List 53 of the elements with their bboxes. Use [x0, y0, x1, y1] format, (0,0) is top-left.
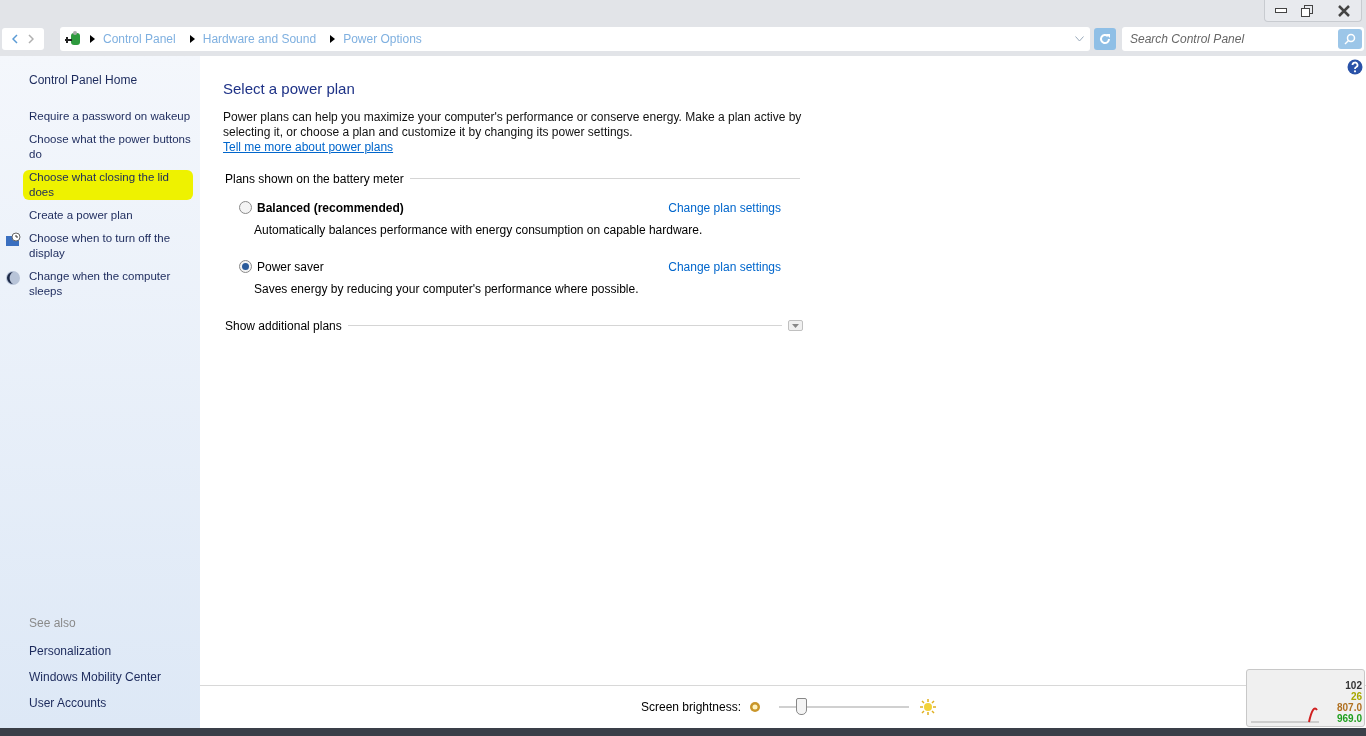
gadget-reading: 26 — [1350, 691, 1362, 702]
sidebar-link[interactable]: Choose what closing the lid does — [23, 170, 193, 200]
breadcrumb-arrow-icon[interactable] — [189, 35, 195, 43]
restore-icon[interactable] — [1301, 4, 1313, 17]
dim-sun-icon — [749, 701, 762, 713]
plan-description: Saves energy by reducing your computer's performance where possible. — [254, 280, 640, 298]
brightness-label: Screen brightness: — [641, 699, 742, 716]
sidebar-link[interactable]: Choose when to turn off the display — [29, 231, 199, 261]
moon-icon — [4, 270, 21, 286]
gadget-reading: 969.0 — [1336, 713, 1362, 724]
breadcrumb-arrow-icon[interactable] — [330, 35, 336, 43]
intro-text: Power plans can help you maximize your computer's performance or conserve energy. Make a plan active by selecting it, or choose a plan and customize it by changing its power settings. Tell me more about power plans — [223, 109, 803, 155]
forward-icon[interactable] — [28, 34, 34, 44]
plan-name: Balanced (recommended) — [257, 199, 404, 217]
sidebar-link[interactable]: Personalization — [29, 642, 200, 660]
sidebar-link[interactable]: Choose what the power buttons do — [29, 132, 199, 162]
slider-thumb[interactable] — [795, 698, 807, 715]
change-plan-link[interactable]: Change plan settings — [668, 198, 781, 217]
search-button[interactable] — [1338, 27, 1364, 51]
gadget-reading: 102 — [1345, 680, 1362, 691]
breadcrumb-arrow-icon[interactable] — [90, 35, 95, 43]
help-link[interactable]: Tell me more about power plans — [223, 139, 394, 154]
refresh-icon — [1099, 33, 1111, 45]
group-title: Plans shown on the battery meter — [225, 170, 404, 188]
caret-icon — [792, 323, 799, 328]
back-icon[interactable] — [12, 34, 18, 44]
sidebar-link[interactable]: Require a password on wakeup — [29, 109, 199, 124]
plan-description: Automatically balances performance with energy consumption on capable hardware. — [254, 221, 704, 239]
monitor-clock-icon — [4, 232, 21, 248]
gadget-reading: 807.0 — [1336, 702, 1362, 713]
show-more-label[interactable]: Show additional plans — [225, 316, 342, 335]
sidebar-link[interactable]: Change when the computer sleeps — [29, 269, 199, 299]
plan-name: Power saver — [257, 258, 324, 276]
sidebar-link[interactable]: Create a power plan — [29, 208, 199, 223]
close-icon[interactable] — [1337, 4, 1351, 17]
search-icon — [1344, 33, 1356, 45]
expand-button[interactable] — [788, 320, 803, 331]
sidebar-link[interactable]: Windows Mobility Center — [29, 668, 200, 686]
bright-sun-icon — [919, 698, 938, 716]
brightness-slider[interactable] — [779, 697, 910, 717]
sidebar-link[interactable]: User Accounts — [29, 694, 200, 712]
page-title: Select a power plan — [223, 79, 356, 99]
change-plan-link[interactable]: Change plan settings — [668, 257, 781, 276]
see-also-heading: See also — [29, 615, 77, 632]
dropdown-icon[interactable] — [1075, 36, 1084, 42]
minimize-icon[interactable] — [1275, 7, 1287, 14]
power-plug-icon — [64, 30, 82, 48]
help-icon[interactable] — [1347, 59, 1363, 75]
radio-button[interactable] — [239, 260, 252, 273]
search-field[interactable]: Search Control Panel — [1122, 27, 1338, 51]
refresh-button[interactable] — [1094, 28, 1116, 50]
sidebar-link[interactable]: Control Panel Home — [29, 71, 200, 89]
radio-button[interactable] — [239, 201, 252, 214]
